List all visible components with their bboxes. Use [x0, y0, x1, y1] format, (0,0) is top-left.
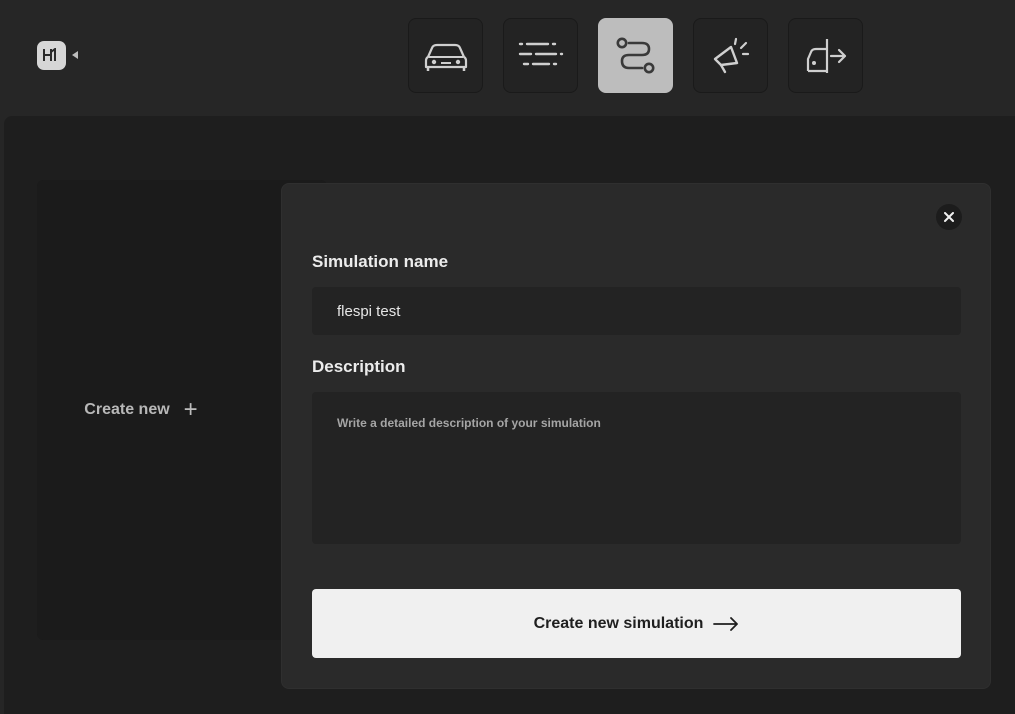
description-label: Description — [312, 357, 406, 376]
create-simulation-button[interactable]: Create new simulation — [312, 589, 961, 658]
simulation-name-input[interactable] — [312, 287, 961, 335]
arrow-right-icon — [713, 616, 739, 631]
create-simulation-label: Create new simulation — [533, 614, 704, 632]
simulation-name-label: Simulation name — [312, 252, 449, 271]
close-icon — [944, 212, 954, 222]
create-new-button[interactable]: Create new + — [84, 396, 198, 423]
plus-icon: + — [183, 396, 198, 423]
close-dialog-button[interactable] — [936, 204, 962, 230]
nav-vehicle-button[interactable] — [408, 18, 483, 93]
nav-route-button[interactable] — [598, 18, 673, 93]
description-textarea[interactable] — [312, 392, 961, 544]
route-icon — [616, 37, 654, 73]
logo-menu[interactable] — [37, 40, 78, 70]
top-bar — [0, 0, 1015, 112]
caret-left-icon — [72, 51, 78, 59]
hardware-logo-icon — [37, 40, 66, 70]
nav-events-button[interactable] — [693, 18, 768, 93]
nav-export-button[interactable] — [788, 18, 863, 93]
car-icon — [424, 43, 467, 71]
create-new-label: Create new — [84, 401, 170, 418]
megaphone-icon — [713, 37, 749, 73]
main-nav — [408, 18, 863, 93]
nav-parameters-button[interactable] — [503, 18, 578, 93]
create-simulation-dialog: Simulation name Description Create new s… — [281, 183, 991, 689]
car-export-icon — [806, 38, 846, 73]
sliders-icon — [518, 42, 563, 65]
